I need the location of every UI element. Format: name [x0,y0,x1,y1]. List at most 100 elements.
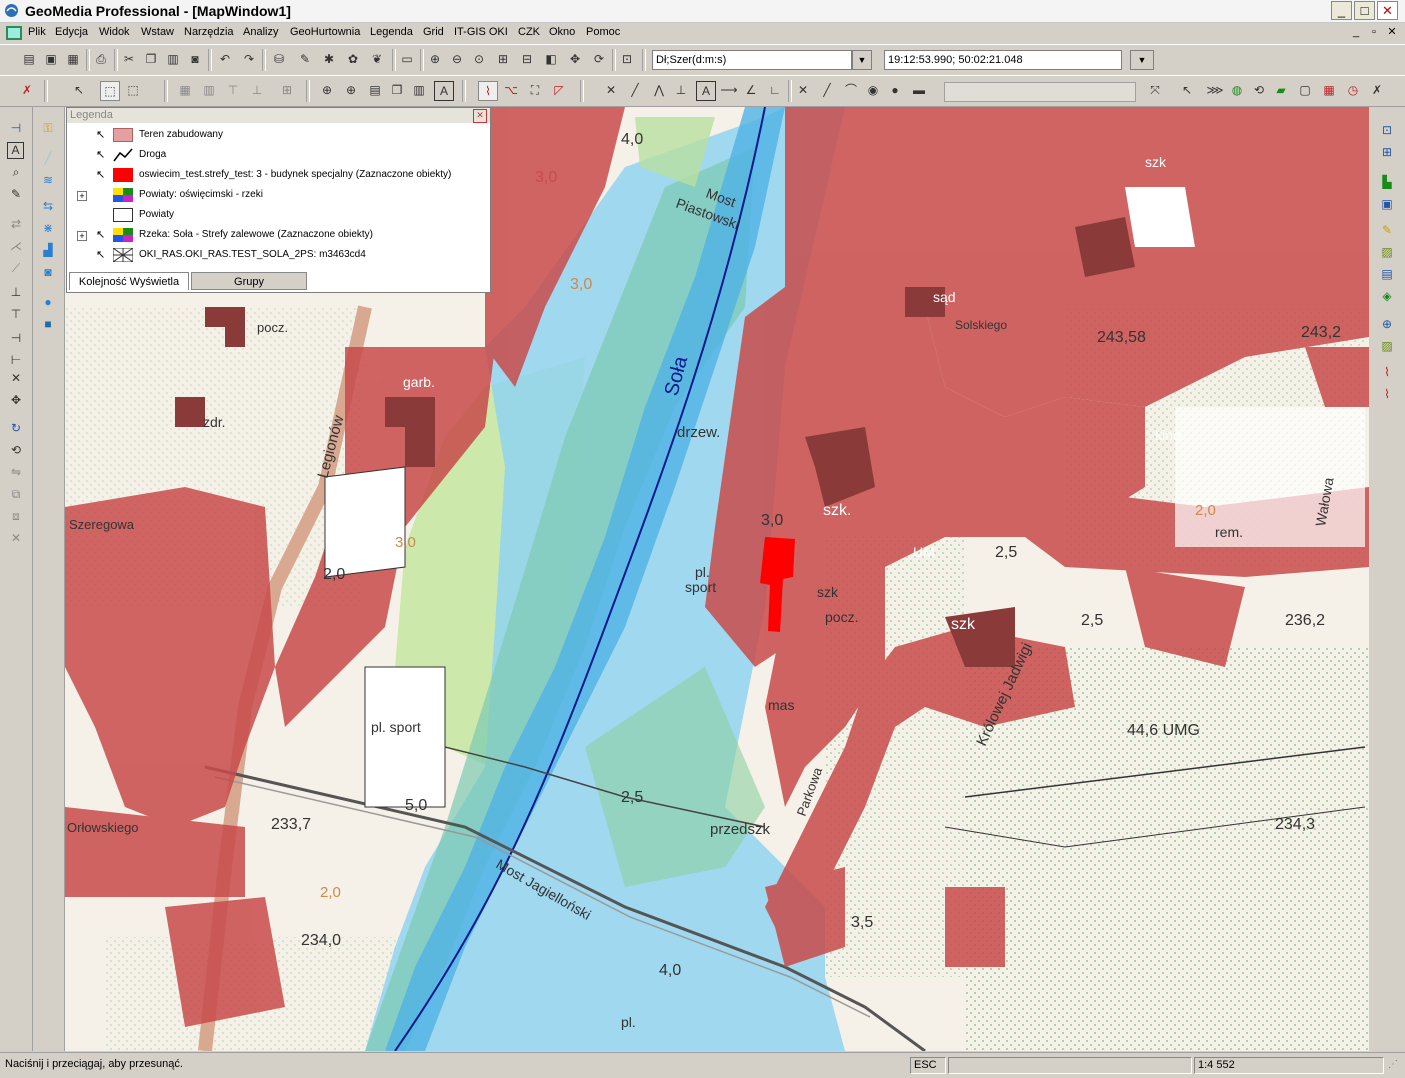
angle-icon[interactable]: ∠ [742,81,760,99]
select-multi-icon[interactable]: ⬚ [124,81,142,99]
delete-geometry-icon[interactable]: ◸ [550,81,568,99]
coordinate-system-select[interactable]: Dł;Szer(d:m:s) [652,50,852,70]
hatch-icon[interactable]: ▨ [1378,243,1396,261]
legend-close-icon[interactable]: ✕ [473,109,487,123]
bar-icon[interactable]: ▬ [910,81,928,99]
minimize-button[interactable]: _ [1331,1,1352,20]
arc-icon[interactable]: ⌒ [842,81,860,99]
map-window-icon[interactable] [6,26,22,40]
legend-entry[interactable]: Powiaty [67,205,487,225]
wrench-icon[interactable]: ✗ [1368,81,1386,99]
frame-icon[interactable]: ▢ [1296,81,1314,99]
query-icon[interactable]: ✱ [320,50,338,68]
measure-icon[interactable]: ⟶ [720,81,738,99]
solid-square-icon[interactable]: ■ [39,315,57,333]
place-label-icon[interactable]: ✎ [7,185,25,203]
display-icon[interactable]: ⊡ [618,50,636,68]
line-icon[interactable]: ╱ [626,81,644,99]
merge-icon[interactable]: ⊞ [278,81,296,99]
vertex-edit-icon[interactable]: ⌇ [478,81,498,101]
exchange-icon[interactable]: ⇆ [39,197,57,215]
grid-red-icon[interactable]: ▦ [1320,81,1338,99]
attribute-icon[interactable]: ✎ [296,50,314,68]
point-icon[interactable]: ● [886,81,904,99]
rotate-copy-icon[interactable]: ⟲ [7,441,25,459]
extend-icon[interactable]: ⊥ [672,81,690,99]
select-tool-icon[interactable]: ↖ [70,81,88,99]
camera-icon[interactable]: ◙ [186,50,204,68]
connection-icon[interactable]: ⛁ [270,50,288,68]
cut-icon[interactable]: ✂ [120,50,138,68]
insert-icon[interactable]: ⊤ [224,81,242,99]
edit-style-icon[interactable]: ✎ [1378,221,1396,239]
legend-entry[interactable]: ↖ Droga [67,145,487,165]
legend-entry[interactable]: + ↖ Rzeka: Soła - Strefy zalewowe (Zazna… [67,225,487,245]
chevron-down-icon[interactable]: ▼ [1130,50,1154,70]
redo-icon[interactable]: ↷ [240,50,258,68]
grid-hatch-icon[interactable]: ▨ [1378,337,1396,355]
expand-icon[interactable]: + [77,191,87,201]
precision-input[interactable] [944,82,1136,102]
legend-toggle-icon[interactable]: ❦ [368,50,386,68]
tab-display-order[interactable]: Kolejność Wyświetla [69,272,189,290]
segment-icon[interactable]: ╱ [818,81,836,99]
hydro-icon[interactable]: ≋ [39,171,57,189]
camera-capture-icon[interactable]: ◙ [39,263,57,281]
menu-wstaw[interactable]: Wstaw [141,26,174,38]
rotate-icon[interactable]: ⟲ [1250,81,1268,99]
mdi-restore-button[interactable]: ▫ [1366,25,1382,39]
layer-green-icon[interactable]: ▰ [1272,81,1290,99]
zoom-area-icon[interactable]: ⊙ [470,50,488,68]
split-icon[interactable]: ⌥ [502,81,520,99]
copy-feature-icon[interactable]: ❐ [388,81,406,99]
network-icon[interactable]: ⋙ [1206,81,1224,99]
legend-entry[interactable]: ↖ oswiecim_test.strefy_test: 3 - budynek… [67,165,487,185]
connect-icon[interactable]: ⊥ [7,283,25,301]
resize-grip-icon[interactable]: ⋰ [1388,1059,1398,1070]
table-view-icon[interactable]: ▤ [1378,265,1396,283]
search-map-icon[interactable]: ⊕ [1378,315,1396,333]
pan-icon[interactable]: ✥ [566,50,584,68]
layout-icon[interactable]: ▭ [398,50,416,68]
expand-icon[interactable]: + [77,231,87,241]
close-shape-icon[interactable]: ✕ [7,369,25,387]
profile-2-icon[interactable]: ⌇ [1378,385,1396,403]
maximize-button[interactable]: □ [1354,1,1375,20]
close-button[interactable]: ✕ [1377,1,1398,20]
menu-pomoc[interactable]: Pomoc [586,26,620,38]
sphere-icon[interactable]: ● [39,293,57,311]
text-tool-icon[interactable]: A [434,81,454,101]
menu-itgis-oki[interactable]: IT-GIS OKI [454,26,508,38]
insert-feature-icon[interactable]: ⊕ [342,81,360,99]
stack-icon[interactable]: ⊥ [248,81,266,99]
palette-icon[interactable]: ▣ [1378,195,1396,213]
skew-icon[interactable]: ⋌ [7,237,25,255]
offset-icon[interactable]: ⧈ [7,507,25,525]
extent-icon[interactable]: ⊡ [1378,121,1396,139]
highlight-icon[interactable]: ╱ [39,149,57,167]
menu-legenda[interactable]: Legenda [370,26,413,38]
globe-icon[interactable]: ◍ [1228,81,1246,99]
menu-czk[interactable]: CZK [518,26,540,38]
polyline-icon[interactable]: ⋀ [650,81,668,99]
label-icon[interactable]: A [696,81,716,101]
dimension-icon[interactable]: ⊢ [7,351,25,369]
layers-icon[interactable]: ◈ [1378,287,1396,305]
menu-widok[interactable]: Widok [99,26,130,38]
legend-entry[interactable]: ↖ Teren zabudowany [67,125,487,145]
intersect-icon[interactable]: ✕ [794,81,812,99]
tee-icon[interactable]: ⊤ [7,305,25,323]
key-icon[interactable]: ⚿ [39,119,57,137]
mdi-close-button[interactable]: ✕ [1384,25,1400,39]
move-point-icon[interactable]: ✥ [7,391,25,409]
fit-all-icon[interactable]: ⊞ [494,50,512,68]
chevron-down-icon[interactable]: ▼ [852,50,872,70]
mirror-icon[interactable]: ⇋ [7,463,25,481]
trim-icon[interactable]: ✕ [602,81,620,99]
zoom-in-icon[interactable]: ⊕ [426,50,444,68]
menu-analizy[interactable]: Analizy [243,26,278,38]
mdi-minimize-button[interactable]: _ [1348,25,1364,39]
menu-narzedzia[interactable]: Narzędzia [184,26,234,38]
menu-edycja[interactable]: Edycja [55,26,88,38]
extend-line-icon[interactable]: ⊣ [7,329,25,347]
